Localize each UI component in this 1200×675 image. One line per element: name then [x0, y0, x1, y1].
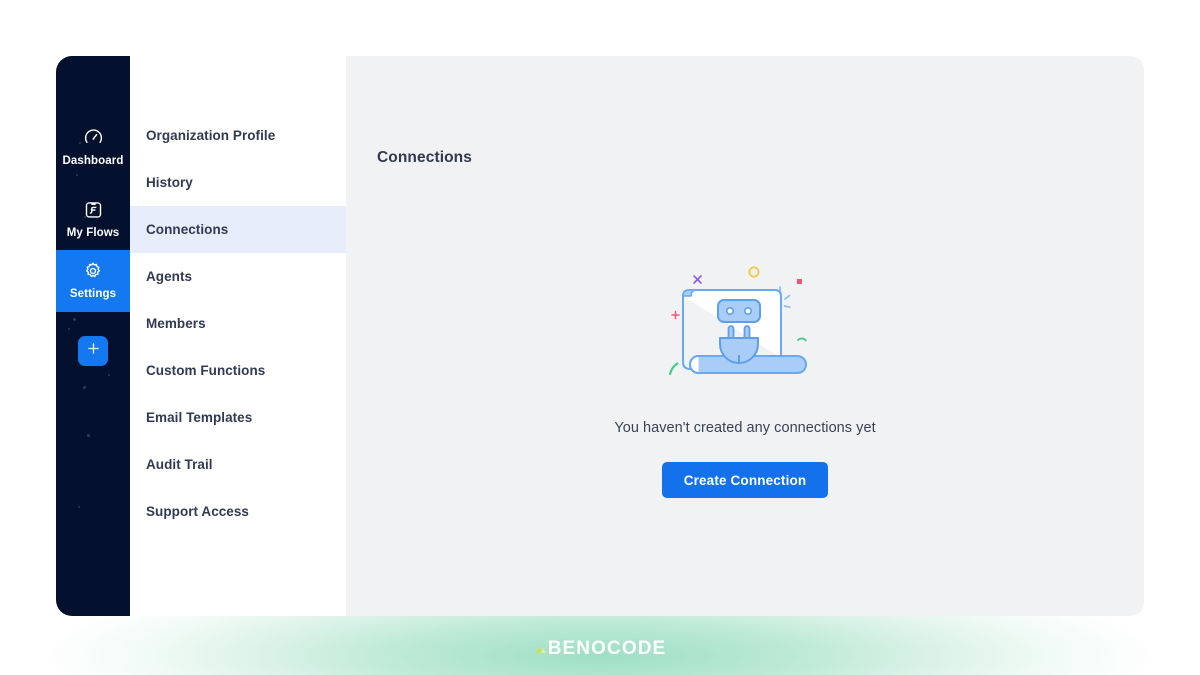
nav-item-label: Members	[146, 316, 206, 331]
sidebar-item-settings[interactable]: Settings	[56, 250, 130, 312]
nav-item-agents[interactable]: Agents	[130, 253, 346, 300]
nav-item-label: Support Access	[146, 504, 249, 519]
nav-item-label: History	[146, 175, 193, 190]
footer-brand-text: BENOCODE	[547, 638, 667, 659]
sidebar-item-dashboard[interactable]: Dashboard	[56, 116, 130, 178]
nav-item-label: Organization Profile	[146, 128, 276, 143]
nav-item-organization-profile[interactable]: Organization Profile	[130, 112, 346, 159]
gauge-icon	[83, 127, 104, 151]
empty-state: You haven't created any connections yet …	[346, 252, 1144, 498]
nav-item-support-access[interactable]: Support Access	[130, 488, 346, 535]
empty-state-message: You haven't created any connections yet	[614, 420, 876, 436]
clipboard-flow-icon	[83, 199, 104, 223]
add-new-button[interactable]	[78, 336, 108, 366]
footer-brand: BENOCODE	[0, 638, 1200, 661]
nav-item-history[interactable]: History	[130, 159, 346, 206]
sidebar-item-my-flows[interactable]: My Flows	[56, 188, 130, 250]
nav-item-audit-trail[interactable]: Audit Trail	[130, 441, 346, 488]
nav-item-connections[interactable]: Connections	[130, 206, 346, 253]
settings-nav-panel: Organization Profile History Connections…	[130, 56, 346, 616]
nav-item-label: Connections	[146, 222, 229, 237]
page-title: Connections	[377, 149, 472, 166]
nav-item-label: Email Templates	[146, 410, 253, 425]
sidebar-item-label: My Flows	[66, 226, 120, 239]
gear-icon	[83, 261, 103, 284]
nav-item-label: Audit Trail	[146, 457, 213, 472]
nav-item-email-templates[interactable]: Email Templates	[130, 394, 346, 441]
nav-item-label: Agents	[146, 269, 193, 284]
app-root: BENOCODE Dashboard My Flows Settings Org…	[0, 0, 1200, 675]
main-content-card: Connections You haven't created any conn…	[346, 56, 1144, 616]
plus-icon	[85, 340, 102, 362]
nav-item-members[interactable]: Members	[130, 300, 346, 347]
plug-and-socket-illustration-icon	[650, 252, 840, 402]
primary-sidebar: Dashboard My Flows Settings	[56, 56, 130, 616]
benocode-logo-mark-icon	[534, 639, 547, 661]
sidebar-item-label: Settings	[69, 288, 117, 301]
sidebar-item-label: Dashboard	[62, 154, 124, 167]
nav-item-custom-functions[interactable]: Custom Functions	[130, 347, 346, 394]
create-connection-button[interactable]: Create Connection	[661, 462, 829, 498]
nav-item-label: Custom Functions	[146, 363, 266, 378]
